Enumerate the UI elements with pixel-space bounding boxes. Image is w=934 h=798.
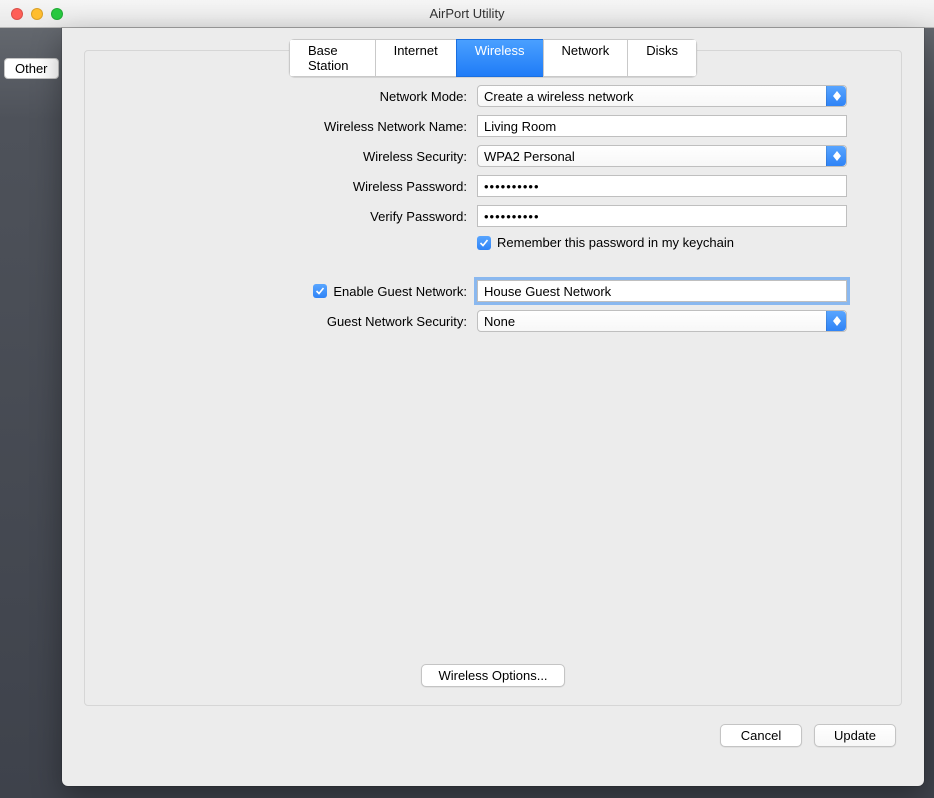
label-enable-guest-network: Enable Guest Network:: [333, 284, 467, 299]
select-guest-network-security-value: None: [484, 314, 515, 329]
checkbox-enable-guest-network[interactable]: [313, 284, 327, 298]
close-window-button[interactable]: [11, 8, 23, 20]
select-network-mode[interactable]: Create a wireless network: [477, 85, 847, 107]
label-wireless-security: Wireless Security:: [85, 149, 477, 164]
select-guest-network-security[interactable]: None: [477, 310, 847, 332]
action-row: Cancel Update: [84, 724, 902, 747]
label-network-mode: Network Mode:: [85, 89, 477, 104]
tab-base-station[interactable]: Base Station: [289, 39, 375, 77]
minimize-window-button[interactable]: [31, 8, 43, 20]
label-wireless-password: Wireless Password:: [85, 179, 477, 194]
zoom-window-button[interactable]: [51, 8, 63, 20]
input-guest-network-name[interactable]: [477, 280, 847, 302]
tab-internet[interactable]: Internet: [375, 39, 456, 77]
tab-wireless[interactable]: Wireless: [456, 39, 543, 77]
checkbox-remember-keychain[interactable]: [477, 236, 491, 250]
window-title: AirPort Utility: [0, 6, 934, 21]
input-wireless-password[interactable]: [477, 175, 847, 197]
updown-icon: [826, 311, 846, 331]
updown-icon: [826, 146, 846, 166]
traffic-lights: [11, 8, 63, 20]
label-verify-password: Verify Password:: [85, 209, 477, 224]
form: Network Mode: Create a wireless network …: [85, 81, 901, 336]
select-wireless-security-value: WPA2 Personal: [484, 149, 575, 164]
settings-sheet: Base Station Internet Wireless Network D…: [62, 28, 924, 786]
tabs: Base Station Internet Wireless Network D…: [289, 39, 697, 77]
select-network-mode-value: Create a wireless network: [484, 89, 634, 104]
content-box: Base Station Internet Wireless Network D…: [84, 50, 902, 706]
check-icon: [315, 286, 325, 296]
label-remember-keychain: Remember this password in my keychain: [497, 235, 734, 250]
select-wireless-security[interactable]: WPA2 Personal: [477, 145, 847, 167]
tab-network[interactable]: Network: [543, 39, 628, 77]
check-icon: [479, 238, 489, 248]
tab-disks[interactable]: Disks: [627, 39, 697, 77]
wireless-options-button[interactable]: Wireless Options...: [421, 664, 564, 687]
label-guest-network-security: Guest Network Security:: [85, 314, 477, 329]
update-button[interactable]: Update: [814, 724, 896, 747]
updown-icon: [826, 86, 846, 106]
cancel-button[interactable]: Cancel: [720, 724, 802, 747]
input-verify-password[interactable]: [477, 205, 847, 227]
input-wireless-network-name[interactable]: [477, 115, 847, 137]
other-button-background: Other: [4, 58, 59, 79]
label-wireless-network-name: Wireless Network Name:: [85, 119, 477, 134]
titlebar: AirPort Utility: [0, 0, 934, 28]
